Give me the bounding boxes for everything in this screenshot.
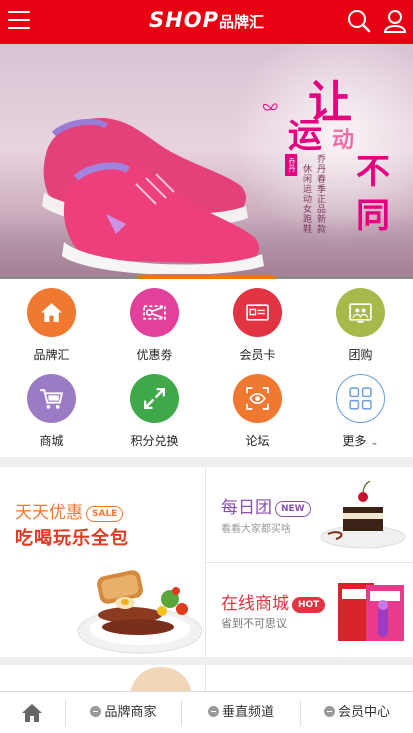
peek-divider <box>205 665 206 691</box>
sale-tag: SALE <box>86 506 124 522</box>
hot-tag: HOT <box>292 597 326 613</box>
grid-item-mall[interactable]: 商城 <box>0 365 103 449</box>
card-icon <box>233 288 282 337</box>
new-tag: NEW <box>275 501 311 517</box>
user-icon[interactable] <box>383 9 407 33</box>
sneaker-image <box>42 118 264 274</box>
scissors-coupon-icon <box>130 288 179 337</box>
home-icon <box>27 288 76 337</box>
grid-item-brand[interactable]: 品牌汇 <box>0 279 103 363</box>
grid-label-more: 更多 ⌄ <box>309 432 412 449</box>
slogan-char-4: 不 <box>356 152 390 192</box>
promo-daily-group[interactable]: 每日团 NEW 看看大家都买啥 <box>206 467 413 562</box>
slogan-char-3: 动 <box>332 127 355 153</box>
grid-label-group-buy: 团购 <box>348 348 373 362</box>
group-subtitle: 看看大家都买啥 <box>221 524 291 535</box>
grid-item-coupon[interactable]: 优惠劵 <box>103 279 206 363</box>
slogan-char-5: 同 <box>356 196 390 236</box>
footer-tab-brands[interactable]: 品牌商家 <box>66 692 181 733</box>
grid-label-more-text: 更多 <box>342 434 367 448</box>
grid-item-group-buy[interactable]: 团购 <box>309 279 412 363</box>
promo-online-mall[interactable]: 在线商城 HOT 省到不可思议 <box>206 563 413 657</box>
group-title-text: 每日团 <box>221 498 272 518</box>
grid-label-brand: 品牌汇 <box>33 348 70 362</box>
promo-banner[interactable]: 让 运 动 不 同 乔丹春季正品新款 休闲运动女跑鞋 乔丹 <box>0 44 413 276</box>
grid-label-coupon: 优惠劵 <box>136 348 173 362</box>
grid-item-points[interactable]: 积分兑换 <box>103 365 206 449</box>
next-section-peek <box>0 665 413 691</box>
footer-tab-channels[interactable]: 垂直频道 <box>182 692 300 733</box>
grid-more-icon <box>336 374 385 423</box>
minus-circle-icon <box>90 706 102 717</box>
grid-item-member-card[interactable]: 会员卡 <box>206 279 309 363</box>
promo-section: 天天优惠 SALE 吃喝玩乐全包 每日团 NEW 看看大家都买啥 在线商城 HO… <box>0 467 413 657</box>
logo-text-cn: 品牌汇 <box>218 13 264 31</box>
mall-title: 在线商城 HOT <box>221 589 326 614</box>
exchange-arrows-icon <box>130 374 179 423</box>
product-box-image <box>338 583 404 641</box>
promo-daily-deals[interactable]: 天天优惠 SALE 吃喝玩乐全包 <box>0 467 205 657</box>
minus-circle-icon <box>207 706 219 717</box>
slogan-char-2: 运 <box>288 116 322 156</box>
grid-label-points: 积分兑换 <box>130 434 179 448</box>
banner-vertical-text-2: 休闲运动女跑鞋 <box>301 164 311 234</box>
mall-title-text: 在线商城 <box>221 594 289 614</box>
banner-stamp: 乔丹 <box>285 154 297 176</box>
eye-scan-icon <box>233 374 282 423</box>
top-header: SHOP品牌汇 <box>0 0 413 44</box>
cart-icon <box>27 374 76 423</box>
home-icon[interactable] <box>21 703 43 723</box>
footer-tab-brands-label: 品牌商家 <box>104 705 157 720</box>
category-grid: 品牌汇 优惠劵 会员卡 团购 商城 积分兑换 论坛 更多 ⌄ <box>0 279 413 457</box>
minus-circle-icon <box>323 706 335 717</box>
group-screen-icon <box>336 288 385 337</box>
grid-item-forum[interactable]: 论坛 <box>206 365 309 449</box>
banner-vertical-text-1: 乔丹春季正品新款 <box>315 154 325 234</box>
grid-label-mall: 商城 <box>39 434 64 448</box>
footer-tab-channels-label: 垂直频道 <box>221 705 274 720</box>
daily-title-text: 天天优惠 <box>15 503 83 523</box>
cake-image <box>320 480 406 549</box>
chevron-down-icon: ⌄ <box>370 437 379 448</box>
mall-subtitle: 省到不可思议 <box>221 617 287 630</box>
daily-slogan: 吃喝玩乐全包 <box>15 528 129 549</box>
bottom-nav: 品牌商家 垂直频道 会员中心 <box>0 691 413 733</box>
grid-label-member-card: 会员卡 <box>239 348 276 362</box>
footer-tab-member-label: 会员中心 <box>337 705 390 720</box>
group-title: 每日团 NEW <box>221 493 311 518</box>
footer-tab-member[interactable]: 会员中心 <box>301 692 413 733</box>
food-plate-image <box>77 570 203 654</box>
daily-title: 天天优惠 SALE <box>15 498 124 523</box>
grid-item-more[interactable]: 更多 ⌄ <box>309 365 412 449</box>
search-icon[interactable] <box>347 9 371 33</box>
peek-image <box>130 667 192 691</box>
butterfly-icon <box>263 103 278 111</box>
logo-text-en: SHOP <box>149 8 219 32</box>
grid-label-forum: 论坛 <box>245 434 270 448</box>
